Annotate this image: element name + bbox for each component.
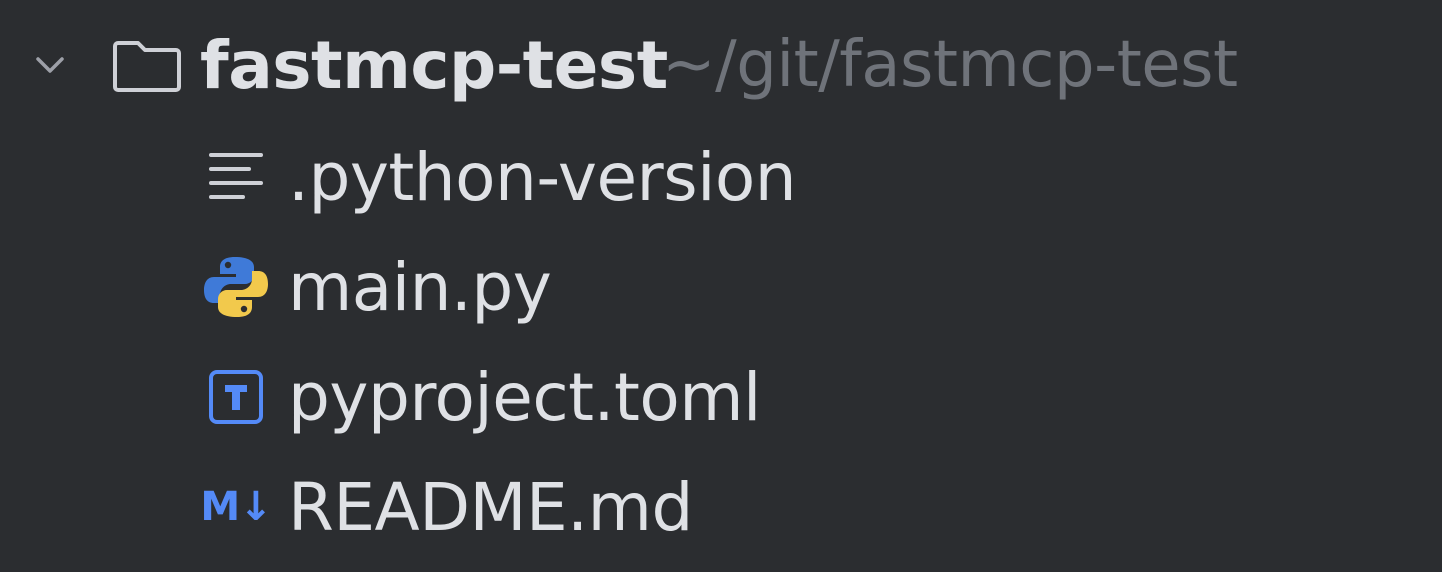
tree-item-python-version[interactable]: .python-version: [0, 122, 1442, 232]
project-tree: fastmcp-test ~/git/fastmcp-test .python-…: [0, 0, 1442, 572]
tree-item-main-py[interactable]: main.py: [0, 232, 1442, 342]
tree-item-pyproject-toml[interactable]: pyproject.toml: [0, 342, 1442, 452]
toml-icon: [200, 361, 272, 433]
python-icon: [200, 251, 272, 323]
project-name: fastmcp-test: [200, 26, 668, 104]
text-file-icon: [200, 141, 272, 213]
project-path: ~/git/fastmcp-test: [662, 28, 1238, 102]
tree-item-readme-md[interactable]: M↓ README.md: [0, 452, 1442, 562]
markdown-icon: M↓: [200, 484, 272, 530]
tree-item-label: README.md: [288, 468, 693, 546]
tree-item-label: .python-version: [288, 138, 797, 216]
folder-icon: [112, 35, 182, 95]
tree-root-row[interactable]: fastmcp-test ~/git/fastmcp-test: [0, 10, 1442, 120]
chevron-down-icon[interactable]: [30, 45, 70, 85]
tree-item-label: pyproject.toml: [288, 358, 761, 436]
tree-item-label: main.py: [288, 248, 552, 326]
